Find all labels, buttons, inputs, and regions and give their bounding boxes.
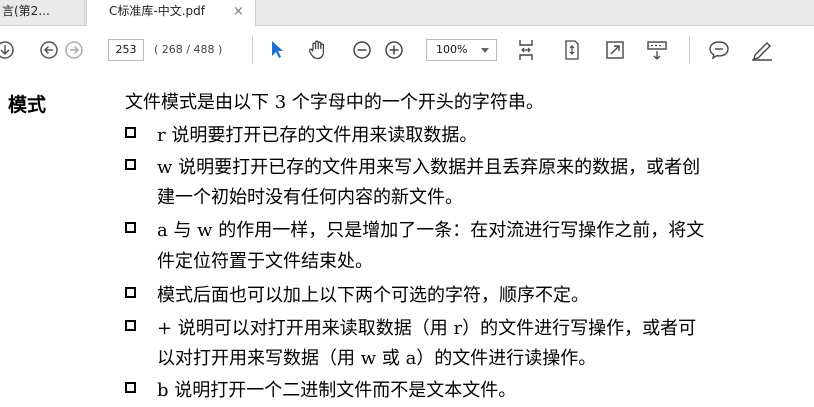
tab-label: C标准库-中文.pdf bbox=[109, 4, 205, 18]
chevron-down-icon bbox=[481, 48, 489, 53]
list-item-continuation: 件定位符置于文件结束处。 bbox=[157, 251, 373, 272]
bullet-marker bbox=[125, 320, 136, 331]
toolbar-divider bbox=[689, 36, 690, 64]
bullet-marker bbox=[125, 159, 136, 170]
tab-previous-document[interactable]: 言(第2... bbox=[0, 0, 85, 25]
forward-icon[interactable] bbox=[63, 26, 85, 74]
list-item: b 说明打开一个二进制文件而不是文本文件。 bbox=[157, 380, 517, 401]
tab-bar: 言(第2... C标准库-中文.pdf × bbox=[0, 0, 814, 26]
tab-current-document[interactable]: C标准库-中文.pdf × bbox=[86, 0, 256, 26]
page-number-input[interactable]: 253 bbox=[108, 39, 144, 61]
bullet-marker bbox=[125, 382, 136, 393]
zoom-in-icon[interactable] bbox=[382, 26, 406, 74]
comment-icon[interactable] bbox=[707, 26, 731, 74]
page-count: ( 268 / 488 ) bbox=[154, 43, 223, 56]
zoom-select[interactable]: 100% bbox=[426, 39, 497, 61]
list-item: 模式后面也可以加上以下两个可选的字符，顺序不定。 bbox=[157, 285, 589, 306]
list-item: a 与 w 的作用一样，只是增加了一条：在对流进行写操作之前，将文 bbox=[157, 220, 705, 241]
list-item-continuation: 以对打开用来写数据（用 w 或 a）的文件进行读操作。 bbox=[157, 348, 597, 369]
back-icon[interactable] bbox=[38, 26, 60, 74]
toolbar-divider bbox=[252, 36, 253, 64]
fit-page-icon[interactable] bbox=[514, 26, 538, 74]
pen-annotate-icon[interactable] bbox=[749, 26, 775, 74]
section-heading: 模式 bbox=[8, 94, 47, 116]
list-item-continuation: 建一个初始时没有任何内容的新文件。 bbox=[157, 187, 463, 208]
list-item: r 说明要打开已存的文件用来读取数据。 bbox=[157, 125, 478, 146]
fit-width-icon[interactable] bbox=[560, 26, 584, 74]
fullscreen-icon[interactable] bbox=[603, 26, 627, 74]
zoom-out-icon[interactable] bbox=[350, 26, 374, 74]
list-item: + 说明可以对打开用来读取数据（用 r）的文件进行写操作，或者可 bbox=[157, 318, 697, 339]
bullet-marker bbox=[125, 222, 136, 233]
bullet-marker bbox=[125, 127, 136, 138]
bullet-marker bbox=[125, 287, 136, 298]
hand-tool-icon[interactable] bbox=[305, 26, 331, 74]
select-cursor-icon[interactable] bbox=[266, 26, 288, 74]
list-item: w 说明要打开已存的文件用来写入数据并且丢弃原来的数据，或者创 bbox=[157, 157, 701, 178]
intro-text: 文件模式是由以下 3 个字母中的一个开头的字符串。 bbox=[125, 92, 544, 113]
tab-label: 言(第2... bbox=[2, 4, 50, 18]
close-icon[interactable]: × bbox=[233, 0, 244, 23]
auto-scroll-icon[interactable] bbox=[645, 26, 669, 74]
scroll-down-icon[interactable] bbox=[0, 26, 18, 74]
